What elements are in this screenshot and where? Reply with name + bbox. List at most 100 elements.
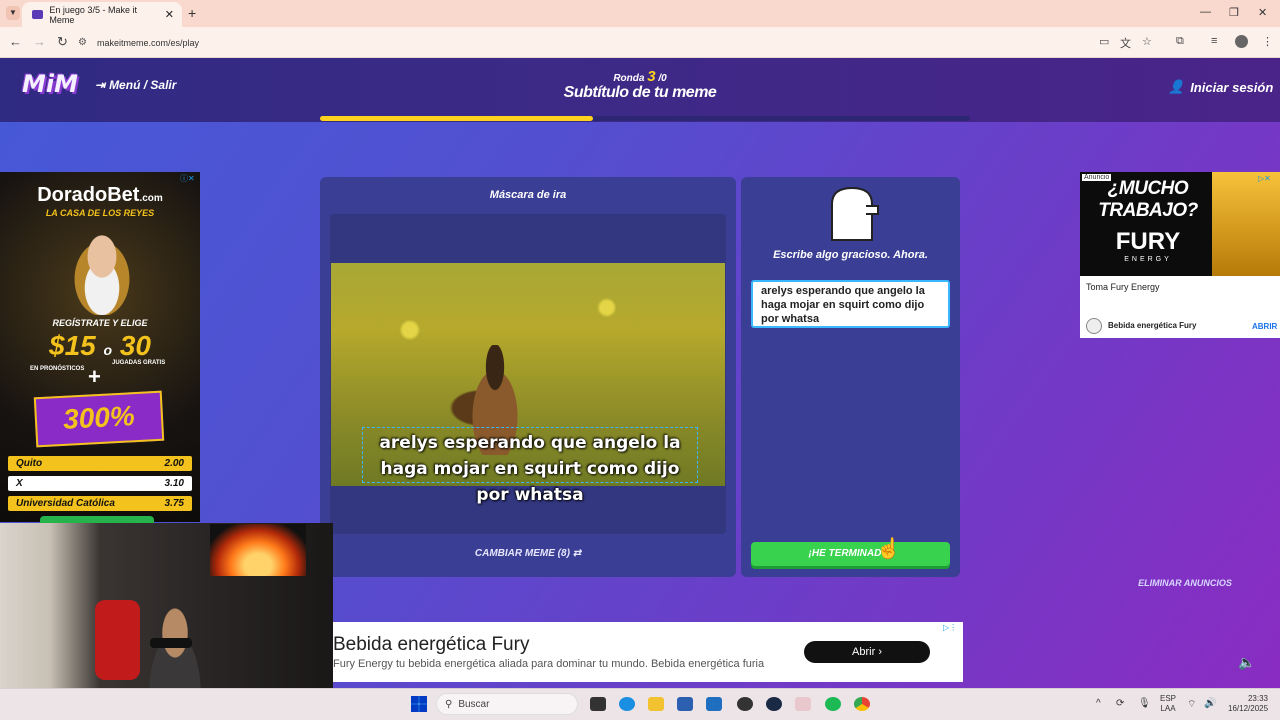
taskbar-search[interactable]: ⚲ Buscar	[436, 693, 578, 715]
mim-logo[interactable]: MiM	[22, 70, 78, 98]
adchoices-icon[interactable]: ⓘ✕	[180, 173, 195, 184]
app-icon[interactable]	[795, 697, 811, 711]
fury-ad-text: Toma Fury Energy	[1086, 282, 1160, 292]
clock-time: 23:33	[1247, 694, 1268, 703]
fury-energy-label: ENERGY	[1124, 256, 1172, 263]
exit-icon: ⇥	[95, 78, 106, 92]
done-button[interactable]: ¡HE TERMINADO!	[751, 542, 950, 566]
change-meme-button[interactable]: CAMBIAR MEME (8) ⇄	[320, 548, 736, 559]
chrome-icon[interactable]	[854, 697, 870, 711]
close-tab-icon[interactable]: ✕	[165, 8, 174, 21]
fury-ad-source: Bebida energética Fury	[1108, 321, 1197, 330]
close-window-icon[interactable]: ✕	[1258, 6, 1267, 19]
adchoices-icon[interactable]: ▷✕	[1258, 174, 1271, 183]
caption-input[interactable]: arelys esperando que angelo la haga moja…	[751, 280, 950, 328]
ad-jugadas: JUGADAS GRATIS	[112, 360, 166, 366]
timer-progress-fill	[320, 116, 593, 121]
odds-value: 3.10	[164, 478, 184, 489]
fury-open-link[interactable]: ABRIR	[1252, 322, 1277, 331]
ad-king-image	[62, 225, 142, 315]
prompt-text: Escribe algo gracioso. Ahora.	[773, 249, 928, 261]
address-bar[interactable]: ⚙ makeitmeme.com/es/play	[78, 32, 1168, 53]
task-view-icon[interactable]	[590, 697, 606, 711]
site-favicon-icon	[32, 10, 44, 19]
bottom-ad-open-label: Abrir	[852, 646, 876, 658]
ad-amount-1: $15	[49, 330, 96, 361]
ad-amount-2: 30	[119, 330, 151, 361]
edge-icon[interactable]	[619, 697, 635, 711]
ad-brand-name: DoradoBet	[37, 184, 140, 206]
odds-team: Quito	[16, 458, 43, 469]
file-explorer-icon[interactable]	[648, 697, 664, 711]
cast-icon[interactable]: ▭	[1099, 35, 1109, 48]
webcam-sunglasses	[150, 638, 192, 648]
login-button[interactable]: 👤 Iniciar sesión	[1168, 79, 1273, 95]
outlook-icon[interactable]	[706, 697, 722, 711]
menu-exit-button[interactable]: ⇥ Menú / Salir	[95, 78, 176, 92]
round-current: 3	[647, 68, 656, 85]
ad-pronosticos: EN PRONÓSTICOS	[30, 366, 85, 372]
fury-brand: FURY	[1115, 228, 1181, 255]
odds-value: 3.75	[164, 498, 184, 509]
odds-value: 2.00	[164, 458, 184, 469]
page-title: Subtítulo de tu meme	[563, 84, 717, 101]
round-total: /0	[658, 73, 667, 84]
forward-icon[interactable]: →	[33, 34, 46, 49]
odds-row[interactable]: Universidad Católica 3.75	[8, 496, 192, 511]
bookmark-star-icon[interactable]: ☆	[1142, 35, 1152, 48]
wifi-icon[interactable]: ⌔	[1187, 698, 1196, 711]
remove-ads-link[interactable]: ELIMINAR ANUNCIOS	[1120, 578, 1250, 588]
profile-avatar[interactable]	[1235, 35, 1248, 48]
windows-taskbar	[0, 688, 1280, 720]
odds-row[interactable]: X 3.10	[8, 476, 192, 491]
taskbar-clock[interactable]: 23:33 16/12/2025	[1228, 694, 1268, 714]
mute-speaker-icon[interactable]: 🔈	[1238, 654, 1255, 671]
tray-overflow-icon[interactable]: ^	[1096, 698, 1101, 709]
menu-exit-label: Menú / Salir	[109, 78, 177, 92]
fury-logo-icon	[1086, 318, 1102, 334]
ad-amount: $15 o 30	[0, 330, 200, 362]
clock-date: 16/12/2025	[1228, 704, 1269, 713]
obs-icon[interactable]	[737, 697, 753, 711]
mascot-icon	[831, 186, 879, 241]
login-label: Iniciar sesión	[1190, 79, 1274, 95]
back-icon[interactable]: ←	[9, 34, 22, 49]
steam-icon[interactable]	[766, 697, 782, 711]
taskbar-search-placeholder: Buscar	[458, 698, 490, 710]
spotify-icon[interactable]	[825, 697, 841, 711]
minimize-icon[interactable]: —	[1200, 6, 1211, 18]
ad-brand-suffix: .com	[139, 193, 163, 204]
ad-register-text: REGÍSTRATE Y ELIGE	[52, 318, 148, 328]
fury-can-image	[1212, 172, 1280, 276]
meme-caption[interactable]: arelys esperando que angelo la haga moja…	[362, 430, 698, 508]
adchoices-icon[interactable]: ▷⋮	[943, 623, 957, 632]
search-icon: ⚲	[445, 698, 453, 710]
browser-tab[interactable]: En juego 3/5 - Make it Meme ✕	[22, 2, 182, 27]
webcam-fireplace-tv	[210, 524, 306, 576]
language-indicator[interactable]: ESP LAA	[1160, 694, 1176, 714]
odds-row[interactable]: Quito 2.00	[8, 456, 192, 471]
more-menu-icon[interactable]: ⋮	[1262, 35, 1273, 48]
bottom-ad-description: Fury Energy tu bebida energética aliada …	[333, 658, 765, 670]
microphone-icon[interactable]: 🎙	[1138, 698, 1151, 709]
webcam-gaming-chair	[95, 600, 140, 680]
new-tab-icon[interactable]: +	[188, 5, 196, 21]
volume-icon[interactable]: 🔊	[1204, 698, 1216, 709]
bottom-ad-open-button[interactable]: Abrir ›	[804, 641, 930, 663]
odds-team: Universidad Católica	[16, 498, 115, 509]
store-icon[interactable]	[677, 697, 693, 711]
translate-icon[interactable]: 文	[1120, 35, 1131, 51]
sync-icon[interactable]: ⟳	[1116, 698, 1124, 709]
fury-headline: ¿MUCHO TRABAJO?	[1098, 178, 1198, 221]
reading-list-icon[interactable]: ≡	[1211, 35, 1217, 47]
windows-start-icon[interactable]	[411, 696, 427, 712]
odds-team: X	[16, 478, 23, 489]
language-code: ESP	[1160, 694, 1177, 703]
extensions-icon[interactable]: ⧉	[1176, 35, 1184, 48]
url-text: makeitmeme.com/es/play	[96, 37, 200, 48]
restore-icon[interactable]: ❐	[1229, 6, 1239, 19]
site-info-icon[interactable]: ⚙	[78, 37, 87, 48]
round-prefix: Ronda	[613, 73, 645, 84]
tab-list-dropdown-icon[interactable]: ▼	[6, 6, 20, 20]
reload-icon[interactable]: ↻	[57, 34, 68, 50]
